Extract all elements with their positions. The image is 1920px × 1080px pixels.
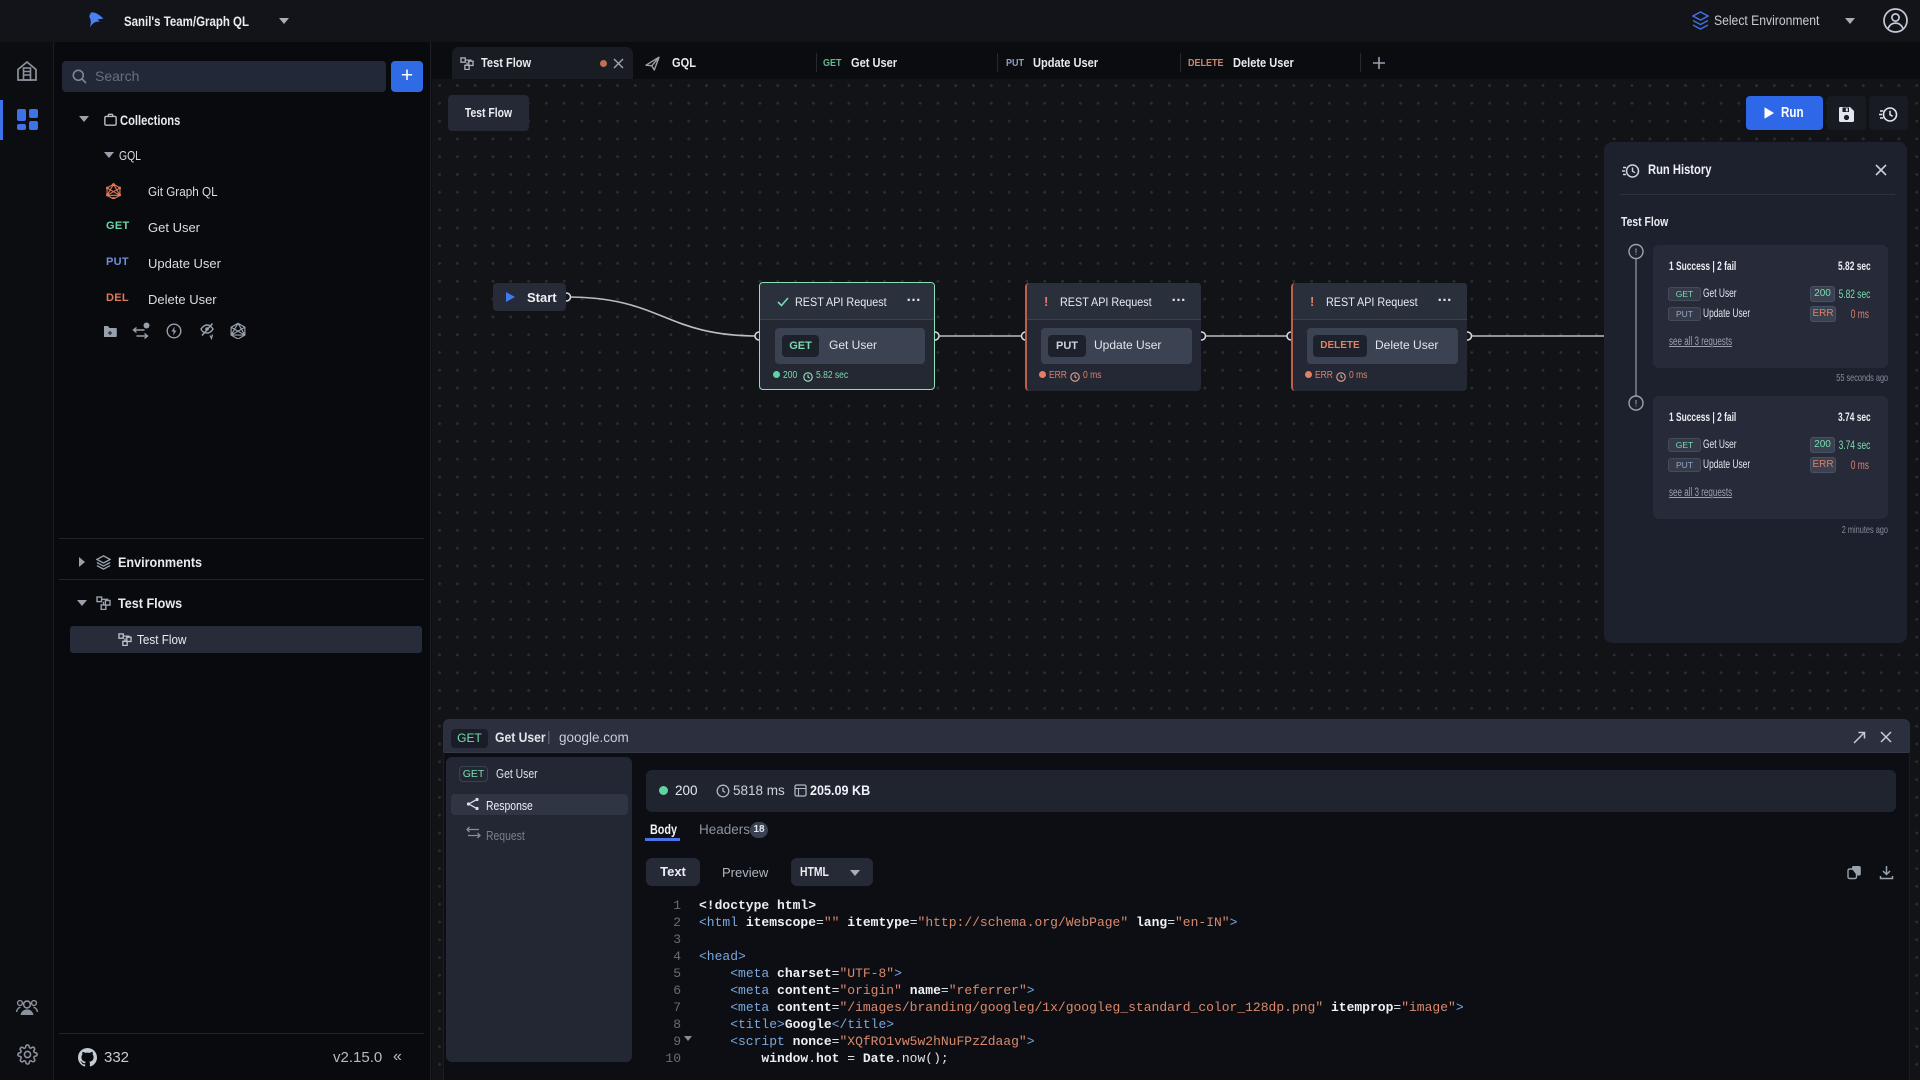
svg-text:!: ! [1635, 399, 1638, 409]
svg-text:!: ! [1635, 247, 1638, 257]
